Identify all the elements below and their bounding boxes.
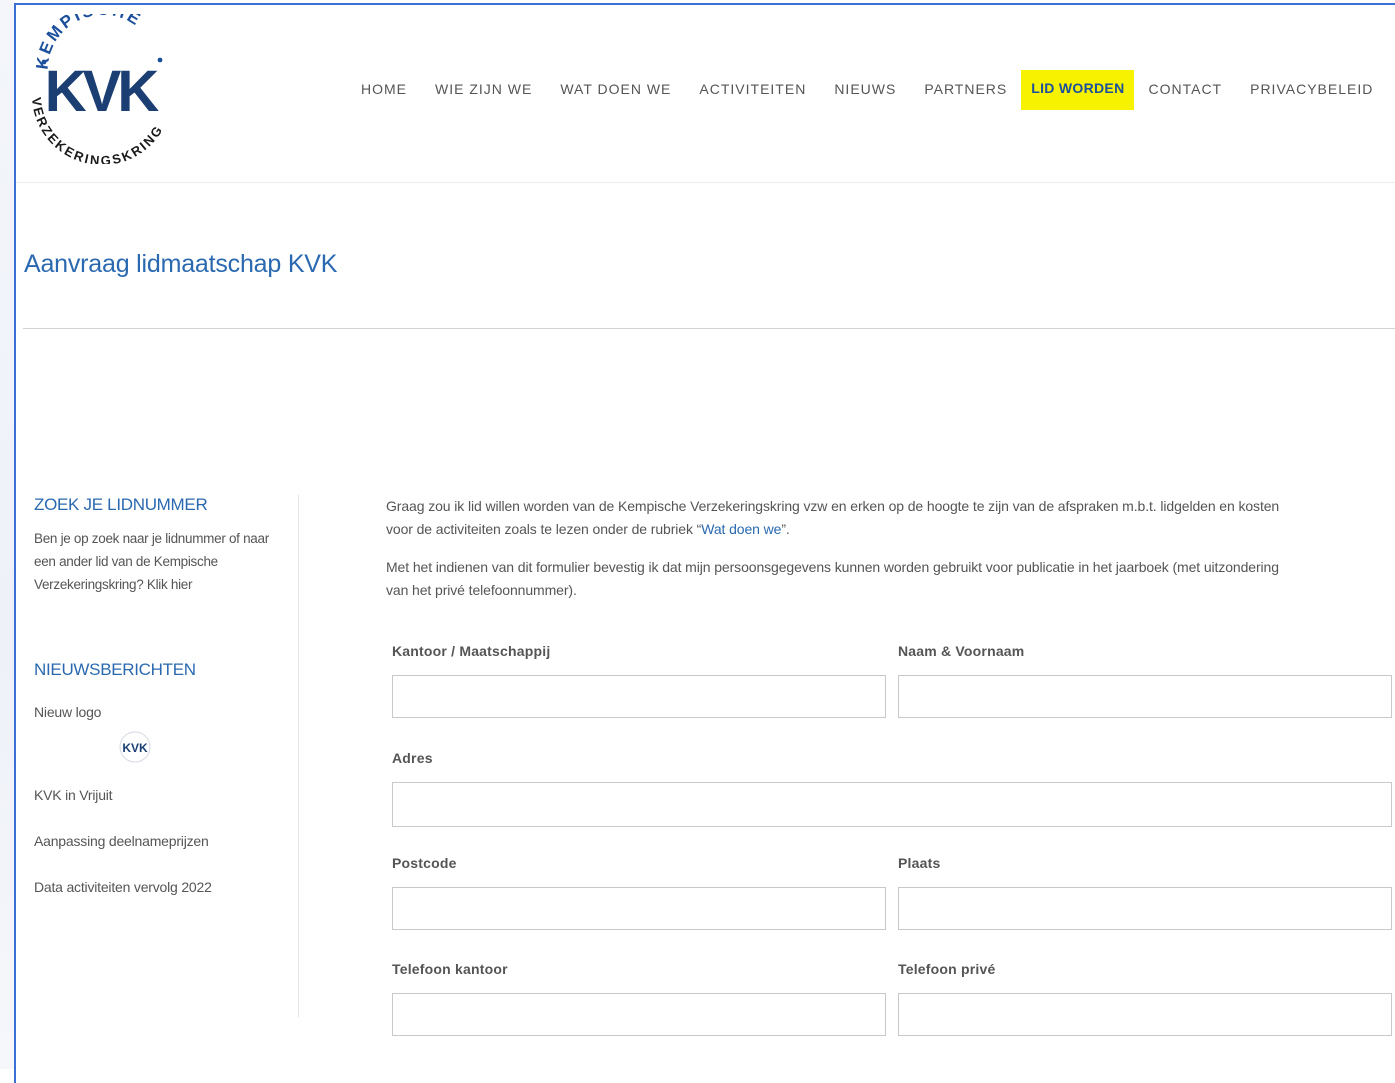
- nav-nieuws[interactable]: NIEUWS: [834, 80, 896, 100]
- naam-input[interactable]: [898, 675, 1392, 718]
- wat-doen-we-link[interactable]: Wat doen we: [701, 521, 781, 537]
- label-adres: Adres: [392, 750, 433, 766]
- nav-activiteiten[interactable]: ACTIVITEITEN: [699, 80, 806, 100]
- field-postcode: Postcode: [392, 855, 886, 930]
- label-kantoor: Kantoor / Maatschappij: [392, 643, 551, 659]
- kantoor-input[interactable]: [392, 675, 886, 718]
- intro-paragraph-1: Graag zou ik lid willen worden van de Ke…: [386, 495, 1395, 541]
- header-divider: [16, 182, 1395, 183]
- nav-wie-zijn-we[interactable]: WIE ZIJN WE: [435, 80, 532, 100]
- news-item-nieuw-logo[interactable]: Nieuw logo: [34, 704, 274, 720]
- kvk-logo[interactable]: KEMPISCHE VERZEKERINGSKRING KVK: [26, 14, 176, 164]
- postcode-input[interactable]: [392, 887, 886, 930]
- news-thumbnail-logo-icon[interactable]: KVK: [118, 730, 152, 764]
- intro-paragraph-2: Met het indienen van dit formulier beves…: [386, 556, 1395, 602]
- telefoon-prive-input[interactable]: [898, 993, 1392, 1036]
- title-divider: [23, 328, 1395, 329]
- news-item-kvk-in-vrijuit[interactable]: KVK in Vrijuit: [34, 787, 274, 803]
- plaats-input[interactable]: [898, 887, 1392, 930]
- label-telefoon-prive: Telefoon privé: [898, 961, 996, 977]
- page-background-decoration: [0, 0, 14, 1069]
- telefoon-kantoor-input[interactable]: [392, 993, 886, 1036]
- nav-home[interactable]: HOME: [361, 80, 407, 100]
- svg-text:KVK: KVK: [122, 741, 148, 755]
- field-naam: Naam & Voornaam: [898, 643, 1392, 718]
- intro-p1-line2-after: ”.: [781, 521, 790, 537]
- news-item-aanpassing-deelnameprijzen[interactable]: Aanpassing deelnameprijzen: [34, 833, 274, 849]
- label-telefoon-kantoor: Telefoon kantoor: [392, 961, 508, 977]
- nav-privacybeleid[interactable]: PRIVACYBELEID: [1250, 80, 1373, 100]
- field-plaats: Plaats: [898, 855, 1392, 930]
- logo-initials: KVK: [45, 59, 160, 124]
- sidebar-heading-lidnummer: ZOEK JE LIDNUMMER: [34, 495, 208, 514]
- main-navigation: HOME WIE ZIJN WE WAT DOEN WE ACTIVITEITE…: [347, 70, 1387, 110]
- intro-p1-line1: Graag zou ik lid willen worden van de Ke…: [386, 498, 1280, 514]
- logo-dot-left: [41, 59, 47, 65]
- nav-wat-doen-we[interactable]: WAT DOEN WE: [560, 80, 671, 100]
- label-naam: Naam & Voornaam: [898, 643, 1025, 659]
- sidebar-lidnummer-text[interactable]: Ben je op zoek naar je lidnummer of naar…: [34, 527, 274, 596]
- nav-partners[interactable]: PARTNERS: [924, 80, 1007, 100]
- label-postcode: Postcode: [392, 855, 457, 871]
- page-title: Aanvraag lidmaatschap KVK: [24, 250, 338, 278]
- intro-p2-line2: van het privé telefoonnummer).: [386, 582, 577, 598]
- nav-contact[interactable]: CONTACT: [1148, 80, 1222, 100]
- sidebar-divider: [298, 495, 299, 1017]
- main-content: Graag zou ik lid willen worden van de Ke…: [386, 495, 1395, 602]
- sidebar: ZOEK JE LIDNUMMER Ben je op zoek naar je…: [34, 495, 274, 895]
- intro-p1-line2-before: voor de activiteiten zoals te lezen onde…: [386, 521, 702, 537]
- adres-input[interactable]: [392, 782, 1392, 827]
- logo-dot-right: [157, 57, 163, 63]
- nav-lid-worden[interactable]: LID WORDEN: [1021, 70, 1135, 110]
- intro-p2-line1: Met het indienen van dit formulier beves…: [386, 559, 1279, 575]
- field-adres: Adres: [392, 750, 1392, 827]
- field-kantoor: Kantoor / Maatschappij: [392, 643, 886, 718]
- news-item-data-activiteiten[interactable]: Data activiteiten vervolg 2022: [34, 879, 274, 895]
- sidebar-heading-nieuws: NIEUWSBERICHTEN: [34, 660, 196, 679]
- field-telefoon-prive: Telefoon privé: [898, 961, 1392, 1036]
- field-telefoon-kantoor: Telefoon kantoor: [392, 961, 886, 1036]
- label-plaats: Plaats: [898, 855, 941, 871]
